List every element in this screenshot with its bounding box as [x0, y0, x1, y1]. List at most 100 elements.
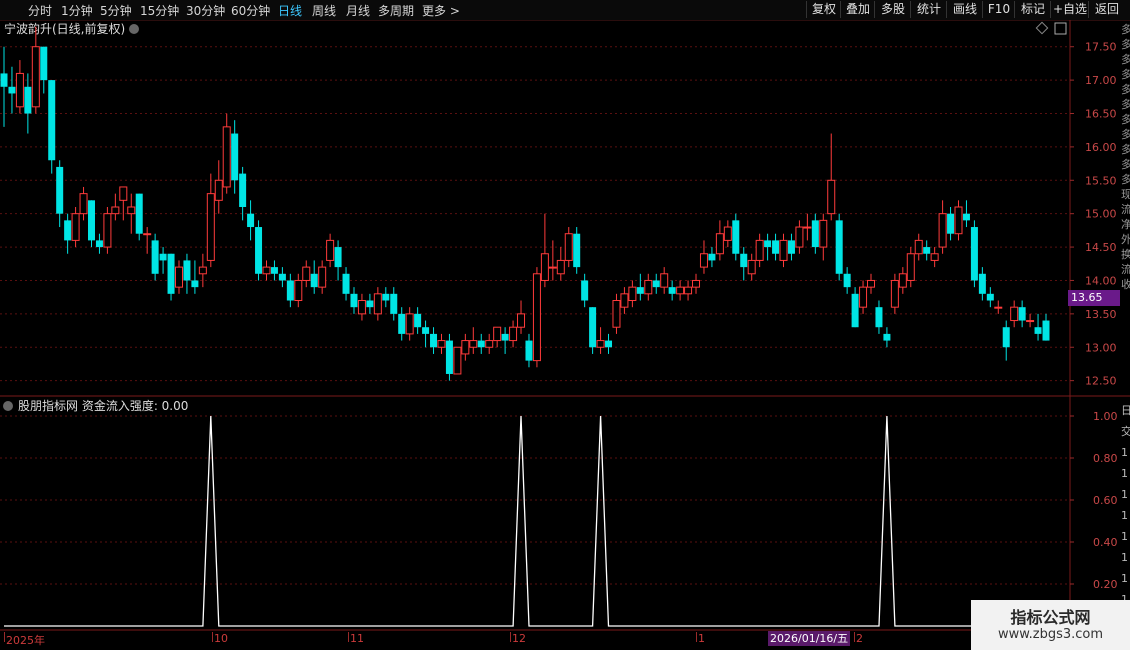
- candle-body-up: [803, 226, 812, 229]
- candle-body-up: [564, 233, 573, 261]
- candle-body-up: [1010, 306, 1019, 322]
- candle-body-up: [318, 266, 327, 288]
- toolbar-button-8[interactable]: 返回: [1088, 1, 1125, 18]
- toolbar-button-2[interactable]: 多股: [874, 1, 911, 18]
- candle-body-up: [262, 266, 271, 275]
- top-toolbar: 分时 1分钟 5分钟 15分钟 30分钟 60分钟 日线 周线 月线 多周期 更多 > 复权 叠加 多股统…: [0, 0, 1130, 21]
- timeframe-tab-10[interactable]: 更多 >: [422, 2, 460, 19]
- panel-toggle-icon: [1054, 22, 1067, 35]
- timeframe-tab-0[interactable]: 分时: [28, 2, 52, 19]
- watermark-url: www.zbgs3.com: [997, 627, 1104, 642]
- candle-body-up: [994, 306, 1003, 309]
- toolbar-button-0[interactable]: 复权: [806, 1, 841, 18]
- price-axis-label: 16.00: [1085, 141, 1117, 154]
- toolbar-button-7[interactable]: +自选: [1050, 1, 1089, 18]
- candle-body-down: [581, 280, 589, 301]
- date-axis-label: 1: [698, 632, 705, 645]
- toolbar-button-5[interactable]: F10: [982, 1, 1015, 18]
- timeframe-tab-2[interactable]: 5分钟: [100, 2, 132, 19]
- candle-body-down: [1002, 327, 1010, 348]
- candle-body-down: [764, 240, 772, 248]
- timeframe-tab-7[interactable]: 周线: [312, 2, 336, 19]
- candle-body-up: [214, 179, 223, 201]
- price-axis-label: 14.00: [1085, 274, 1117, 287]
- candle-body-down: [56, 166, 64, 214]
- candle-body-up: [914, 239, 923, 255]
- candle-body-up: [405, 313, 414, 335]
- candle-body-down: [342, 273, 350, 294]
- candle-body-down: [167, 253, 175, 294]
- candle-body-down: [835, 220, 843, 274]
- candle-body-down: [87, 200, 95, 241]
- indicator-axis-label: 0.60: [1093, 494, 1118, 507]
- candle-body-up: [143, 233, 152, 236]
- toolbar-button-3[interactable]: 统计: [910, 1, 947, 18]
- candle-body-up: [469, 340, 478, 348]
- toolbar-button-1[interactable]: 叠加: [840, 1, 875, 18]
- candle-body-down: [978, 273, 986, 294]
- candle-body-up: [628, 286, 637, 301]
- side-panel-clipped: 多多多多多多多多多多多现流净外换流收: [1121, 23, 1130, 291]
- date-axis-tick: [510, 632, 511, 642]
- price-axis-label: 17.00: [1085, 74, 1117, 87]
- timeframe-tab-9[interactable]: 多周期: [378, 2, 414, 19]
- timeframe-tab-6[interactable]: 日线: [278, 2, 302, 19]
- timeframe-tab-5[interactable]: 60分钟: [231, 2, 270, 19]
- price-axis-label: 17.50: [1085, 41, 1117, 54]
- candle-body-down: [947, 213, 955, 234]
- candle-body-down: [811, 220, 819, 248]
- candle-body-down: [24, 86, 32, 114]
- candle-body-down: [589, 307, 597, 348]
- candle-body-up: [795, 226, 804, 248]
- candle-body-down: [278, 273, 286, 281]
- timeframe-tab-4[interactable]: 30分钟: [186, 2, 225, 19]
- date-axis-label: 12: [512, 632, 526, 645]
- candle-body-up: [174, 266, 183, 288]
- timeframe-tab-8[interactable]: 月线: [346, 2, 370, 19]
- candle-body-up: [938, 213, 947, 248]
- date-axis-tick: [348, 632, 349, 642]
- candle-body-down: [787, 240, 795, 254]
- candle-body-down: [732, 220, 740, 254]
- watermark: 指标公式网 www.zbgs3.com: [971, 600, 1130, 650]
- candle-body-up: [660, 273, 669, 288]
- candle-body-down: [414, 313, 422, 328]
- date-axis-tick: [4, 632, 5, 642]
- candle-body-down: [366, 300, 374, 308]
- candle-body-up: [294, 279, 303, 302]
- candle-body-down: [247, 213, 255, 228]
- date-axis-tick: [212, 632, 213, 642]
- candle-body-up: [692, 279, 701, 288]
- candle-body-down: [1034, 327, 1042, 334]
- candle-body-up: [644, 279, 653, 295]
- price-axis-label: 14.50: [1085, 241, 1117, 254]
- timeframe-tab-1[interactable]: 1分钟: [61, 2, 93, 19]
- candle-body-down: [1042, 320, 1050, 341]
- timeframe-tab-3[interactable]: 15分钟: [140, 2, 179, 19]
- side-panel-clipped-lower: 日交11111111: [1121, 404, 1130, 600]
- candle-body-down: [95, 240, 103, 248]
- candle-body-up: [755, 239, 764, 261]
- candle-body-down: [48, 80, 56, 161]
- candle-body-up: [556, 259, 565, 275]
- candle-body-up: [930, 253, 939, 261]
- candle-body-down: [255, 227, 263, 274]
- price-axis-label: 12.50: [1085, 375, 1117, 388]
- candle-body-up: [31, 46, 40, 108]
- toolbar-button-4[interactable]: 画线: [946, 1, 983, 18]
- candle-body-down: [0, 73, 8, 87]
- date-axis-tick: [696, 632, 697, 642]
- watermark-title: 指标公式网: [1010, 608, 1091, 627]
- candle-body-up: [684, 286, 693, 295]
- toolbar-button-6[interactable]: 标记: [1014, 1, 1051, 18]
- indicator-axis-label: 0.80: [1093, 452, 1118, 465]
- chart-canvas: 宁波韵升(日线,前复权) 17.50 17.00 16.50 16.00 15.50 15.…: [0, 20, 1130, 632]
- date-axis: 2025年 10 11 12 1 2: [0, 632, 1130, 650]
- candle-body-down: [183, 260, 191, 281]
- candle-body-down: [1018, 307, 1026, 321]
- candle-body-down: [851, 293, 859, 328]
- date-axis-tick: [854, 632, 855, 642]
- chevron-down-icon: [129, 24, 139, 34]
- candle-body-up: [103, 213, 112, 248]
- candle-body-up: [548, 266, 557, 269]
